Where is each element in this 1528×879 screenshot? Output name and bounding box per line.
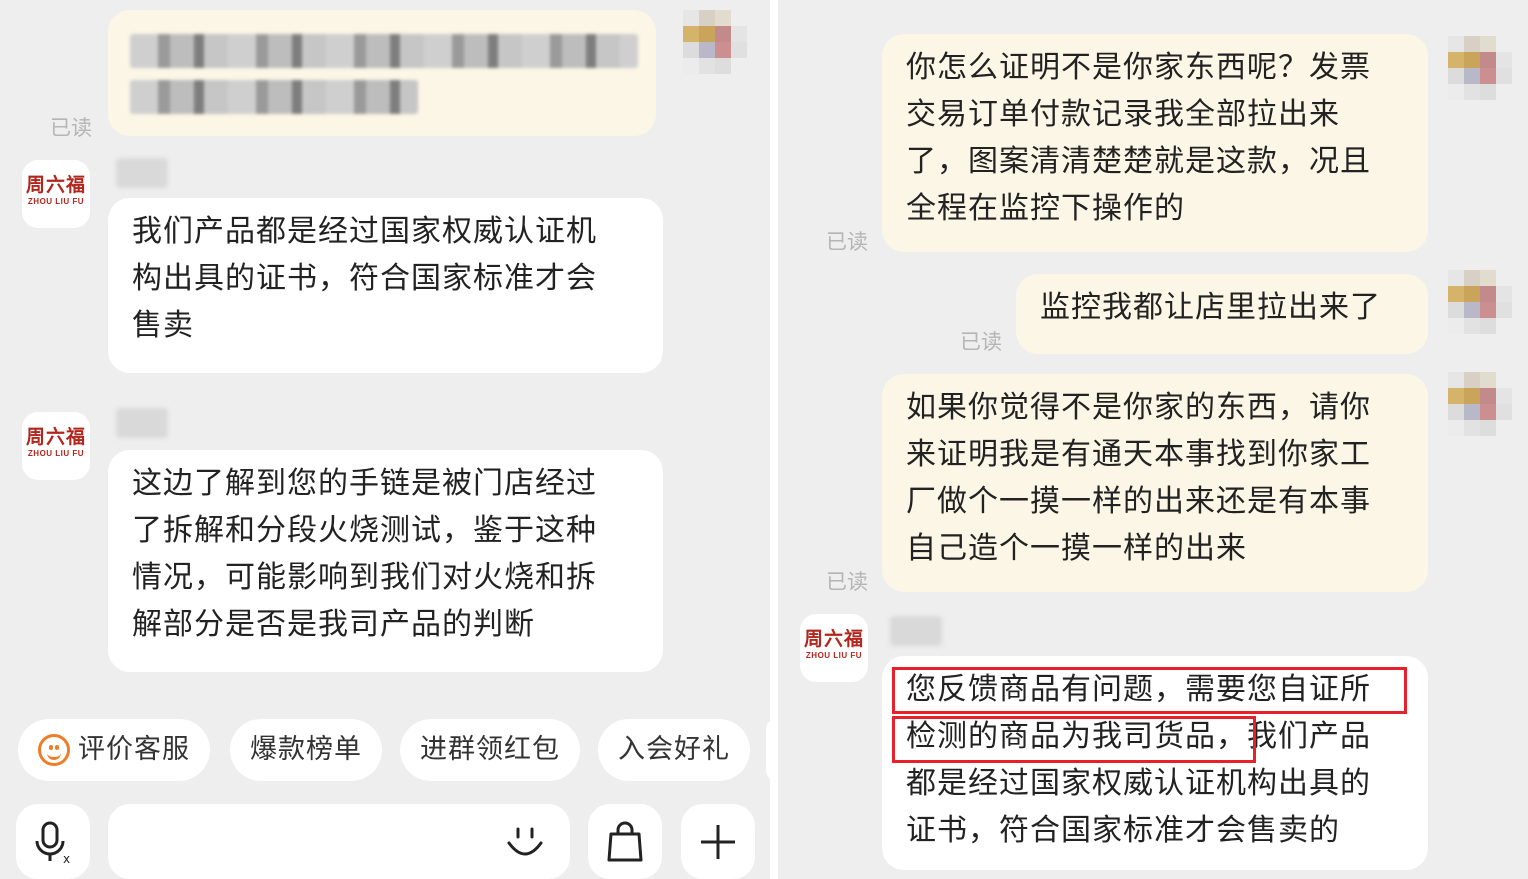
brand-avatar[interactable]: 周六福 ZHOU LIU FU (800, 614, 868, 682)
read-status: 已读 (826, 570, 868, 594)
voice-input-button[interactable]: x (16, 804, 90, 879)
blurred-message-text (130, 34, 638, 68)
brand-logo-en: ZHOU LIU FU (27, 197, 85, 206)
brand-avatar[interactable]: 周六福 ZHOU LIU FU (22, 412, 90, 480)
brand-logo-cn: 周六福 (25, 174, 86, 196)
brand-logo-en: ZHOU LIU FU (805, 651, 863, 660)
left-chat-screenshot: 已读 周六福 ZHOU LIU FU 我们产品都是经过国家权威认证机 构出具的证… (0, 0, 770, 879)
message-input[interactable] (108, 804, 570, 879)
outgoing-message: 监控我都让店里拉出来了 (1016, 274, 1428, 354)
plus-icon (701, 824, 735, 859)
read-status: 已读 (960, 330, 1002, 354)
user-avatar[interactable] (1448, 36, 1512, 100)
chip-hot-list[interactable]: 爆款榜单 (230, 719, 382, 781)
outgoing-message: 如果你觉得不是你家的东西，请你 来证明我是有通天本事找到你家工 厂做个一摸一样的… (882, 374, 1428, 592)
blurred-outgoing-message (108, 10, 656, 136)
highlight-box (892, 716, 1256, 763)
smile-icon (38, 734, 70, 766)
chip-member-gift[interactable]: 入会好礼 (598, 719, 750, 781)
more-button[interactable] (681, 804, 755, 879)
chip-label: 评价客服 (78, 734, 190, 765)
product-button[interactable] (588, 804, 662, 879)
user-avatar[interactable] (1448, 372, 1512, 436)
incoming-message: 这边了解到您的手链是被门店经过 了拆解和分段火烧测试，鉴于这种 情况，可能影响到… (108, 450, 663, 672)
read-status: 已读 (826, 230, 868, 254)
blurred-sender-name (116, 158, 168, 188)
chip-label: 进群领红包 (420, 734, 560, 765)
panel-divider (770, 0, 778, 879)
svg-text:x: x (63, 852, 70, 865)
voice-input-icon: x (35, 821, 70, 865)
user-avatar[interactable] (1448, 270, 1512, 334)
shopping-bag-icon (607, 821, 643, 861)
incoming-message: 我们产品都是经过国家权威认证机 构出具的证书，符合国家标准才会 售卖 (108, 198, 663, 373)
brand-avatar[interactable]: 周六福 ZHOU LIU FU (22, 160, 90, 228)
blurred-message-text (130, 80, 418, 114)
blurred-sender-name (890, 616, 942, 646)
emoji-icon[interactable] (504, 821, 546, 863)
brand-logo-cn: 周六福 (25, 426, 86, 448)
chip-rate-service[interactable]: 评价客服 (18, 719, 210, 781)
chip-label: 入会好礼 (618, 734, 730, 765)
right-chat-screenshot: 你怎么证明不是你家东西呢？发票 交易订单付款记录我全部拉出来 了，图案清清楚楚就… (778, 0, 1528, 879)
user-avatar[interactable] (683, 10, 747, 74)
brand-logo-en: ZHOU LIU FU (27, 449, 85, 458)
blurred-sender-name (116, 408, 168, 438)
read-status: 已读 (50, 116, 92, 140)
outgoing-message: 你怎么证明不是你家东西呢？发票 交易订单付款记录我全部拉出来 了，图案清清楚楚就… (882, 34, 1428, 252)
highlight-box (892, 667, 1407, 714)
chip-label: 爆款榜单 (250, 734, 362, 765)
brand-logo-cn: 周六福 (803, 628, 864, 650)
chip-join-group[interactable]: 进群领红包 (400, 719, 580, 781)
